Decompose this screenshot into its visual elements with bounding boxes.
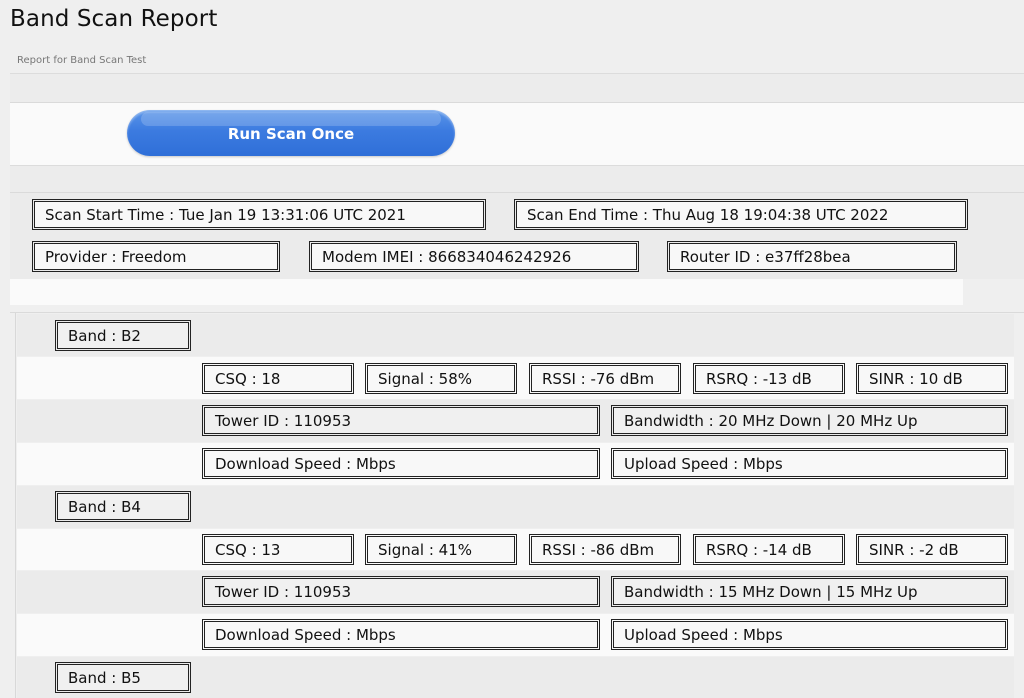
rssi-field: RSSI : -86 dBm (529, 534, 681, 565)
run-scan-label: Run Scan Once (227, 125, 355, 143)
tower-id-field: Tower ID : 110953 (202, 405, 600, 436)
bandwidth-field: Bandwidth : 15 MHz Down | 15 MHz Up (611, 576, 1008, 607)
modem-imei-field: Modem IMEI : 866834046242926 (309, 241, 639, 272)
signal-field: Signal : 58% (365, 363, 517, 394)
divider (10, 312, 1024, 313)
rssi-field: RSSI : -76 dBm (529, 363, 681, 394)
upload-speed-field: Upload Speed : Mbps (611, 448, 1008, 479)
band-label: Band : B4 (55, 491, 191, 522)
page-subtitle: Report for Band Scan Test (17, 55, 147, 66)
top-strip (10, 73, 1024, 102)
upload-speed-field: Upload Speed : Mbps (611, 619, 1008, 650)
rsrq-field: RSRQ : -14 dB (693, 534, 845, 565)
csq-field: CSQ : 13 (202, 534, 354, 565)
left-rule (15, 313, 16, 698)
page-title: Band Scan Report (10, 6, 218, 32)
provider-field: Provider : Freedom (32, 241, 280, 272)
router-id-field: Router ID : e37ff28bea (667, 241, 957, 272)
download-speed-field: Download Speed : Mbps (202, 619, 600, 650)
sinr-field: SINR : -2 dB (856, 534, 1008, 565)
mid-strip (10, 165, 1024, 192)
scan-end-field: Scan End Time : Thu Aug 18 19:04:38 UTC … (514, 199, 968, 230)
blank-strip (10, 279, 963, 305)
bandwidth-field: Bandwidth : 20 MHz Down | 20 MHz Up (611, 405, 1008, 436)
tower-id-field: Tower ID : 110953 (202, 576, 600, 607)
download-speed-field: Download Speed : Mbps (202, 448, 600, 479)
band-label: Band : B2 (55, 320, 191, 351)
button-gloss (141, 112, 441, 126)
signal-field: Signal : 41% (365, 534, 517, 565)
sinr-field: SINR : 10 dB (856, 363, 1008, 394)
csq-field: CSQ : 18 (202, 363, 354, 394)
run-scan-button[interactable]: Run Scan Once (127, 110, 455, 156)
band-label: Band : B5 (55, 662, 191, 693)
scan-start-field: Scan Start Time : Tue Jan 19 13:31:06 UT… (32, 199, 486, 230)
rsrq-field: RSRQ : -13 dB (693, 363, 845, 394)
